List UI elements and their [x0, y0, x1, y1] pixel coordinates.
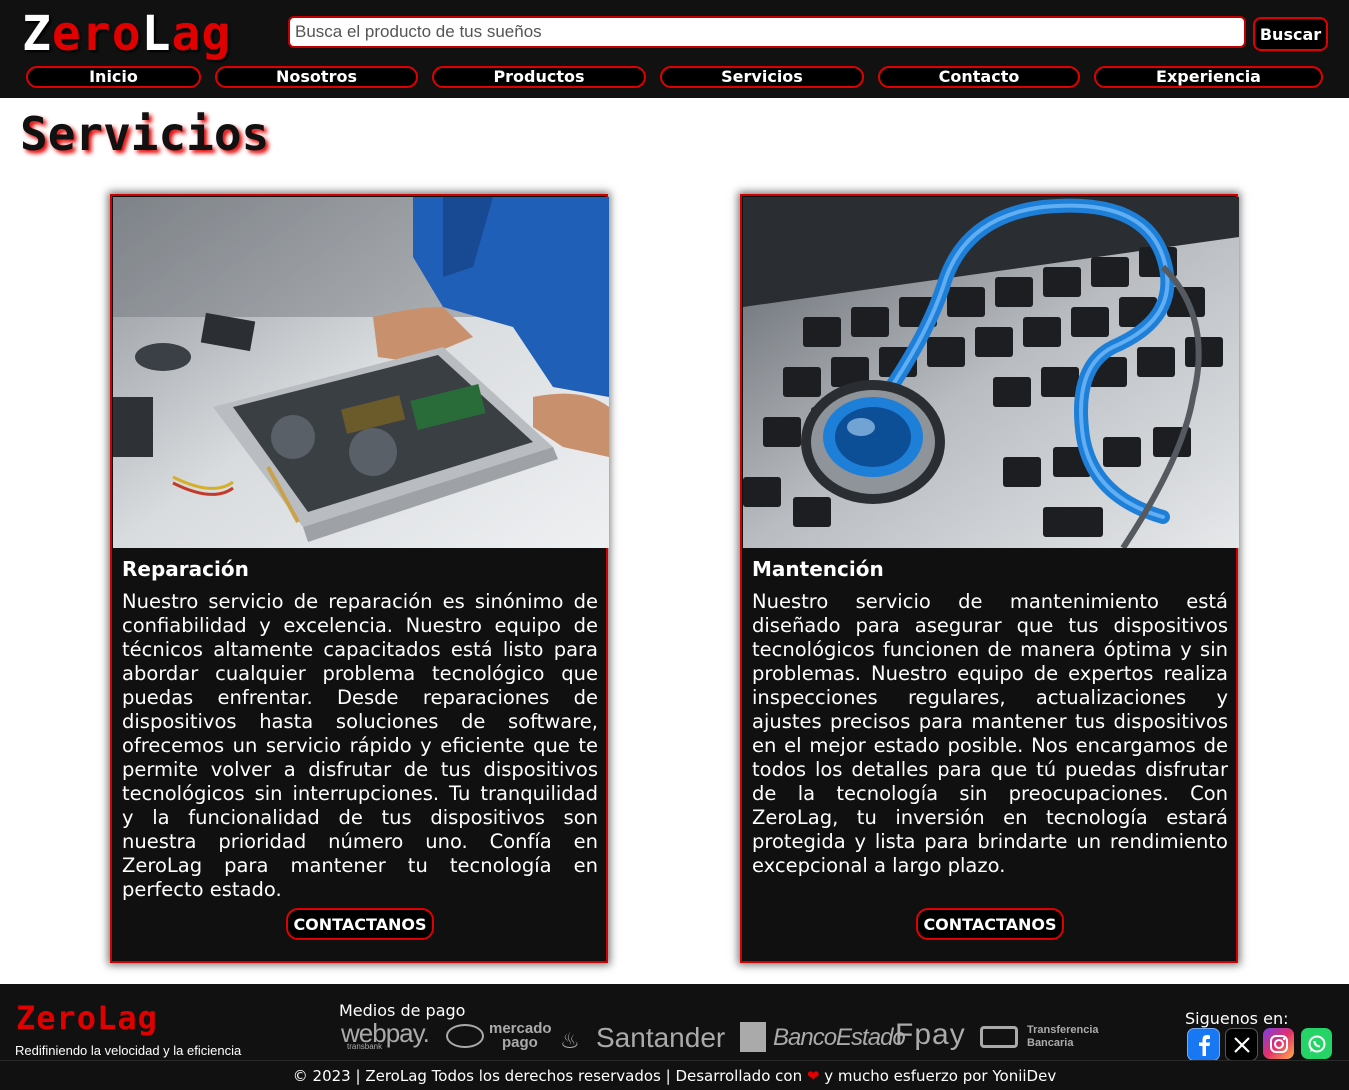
copyright-suffix: y mucho esfuerzo por YoniiDev: [824, 1067, 1057, 1085]
nav-contacto[interactable]: Contacto: [878, 66, 1080, 88]
footer-logo[interactable]: ZeroLag: [16, 998, 158, 1038]
page-title: Servicios: [20, 107, 270, 161]
follow-title: Siguenos en:: [1185, 1009, 1289, 1028]
logo-letters-ag: ag: [171, 6, 232, 62]
card-title: Reparación: [122, 557, 249, 581]
santander-logo: Santander: [596, 1022, 726, 1053]
mercadopago-handshake-icon: [446, 1024, 484, 1048]
bancoestado-icon: [740, 1022, 766, 1052]
card-title: Mantención: [752, 557, 884, 581]
card-description: Nuestro servicio de reparación es sinóni…: [122, 590, 598, 901]
facebook-icon[interactable]: [1187, 1028, 1220, 1061]
transbank-logo: transbank: [347, 1042, 383, 1051]
logo-letters-ero: ero: [51, 6, 142, 62]
instagram-icon[interactable]: [1263, 1028, 1294, 1059]
bancoestado-logo: BancoEstado: [773, 1024, 906, 1051]
bank-transfer-logo-bancaria: Bancaria: [1027, 1037, 1074, 1049]
contact-button[interactable]: CONTACTANOS: [916, 908, 1064, 940]
laptop-repair-photo: [113, 197, 609, 548]
copyright-bar: © 2023 | ZeroLag Todos los derechos rese…: [0, 1060, 1349, 1090]
whatsapp-icon[interactable]: [1301, 1028, 1332, 1059]
site-header: ZeroLag Buscar Inicio Nosotros Productos…: [0, 0, 1349, 98]
nav-inicio[interactable]: Inicio: [26, 66, 201, 88]
service-card-mantencion: Mantención Nuestro servicio de mantenimi…: [740, 194, 1239, 963]
x-icon[interactable]: [1225, 1028, 1258, 1061]
contact-button[interactable]: CONTACTANOS: [286, 908, 434, 940]
footer-tagline: Redifiniendo la velocidad y la eficienci…: [15, 1043, 242, 1058]
copyright-text: © 2023 | ZeroLag Todos los derechos rese…: [0, 1067, 1349, 1085]
fpay-logo: Fpay: [895, 1018, 966, 1051]
broken-heart-icon: ❤: [806, 1067, 820, 1085]
site-footer: ZeroLag Redifiniendo la velocidad y la e…: [0, 984, 1349, 1061]
search-button[interactable]: Buscar: [1253, 17, 1328, 51]
search-input[interactable]: [288, 16, 1246, 48]
mercadopago-logo-pago: pago: [502, 1034, 538, 1051]
card-description: Nuestro servicio de mantenimiento está d…: [752, 590, 1228, 877]
nav-servicios[interactable]: Servicios: [660, 66, 864, 88]
logo-letter-l: L: [141, 6, 172, 62]
nav-nosotros[interactable]: Nosotros: [215, 66, 418, 88]
santander-flame-icon: ♨: [560, 1028, 580, 1053]
bank-transfer-logo: Transferencia: [1027, 1024, 1099, 1036]
site-logo[interactable]: ZeroLag: [22, 4, 231, 64]
copyright-prefix: © 2023 | ZeroLag Todos los derechos rese…: [292, 1067, 803, 1085]
logo-letter-z: Z: [22, 6, 52, 62]
nav-experiencia[interactable]: Experiencia: [1094, 66, 1323, 88]
service-card-reparacion: Reparación Nuestro servicio de reparació…: [110, 194, 609, 963]
bank-transfer-icon: [980, 1026, 1018, 1048]
stethoscope-keyboard-photo: [743, 197, 1239, 548]
nav-productos[interactable]: Productos: [432, 66, 646, 88]
